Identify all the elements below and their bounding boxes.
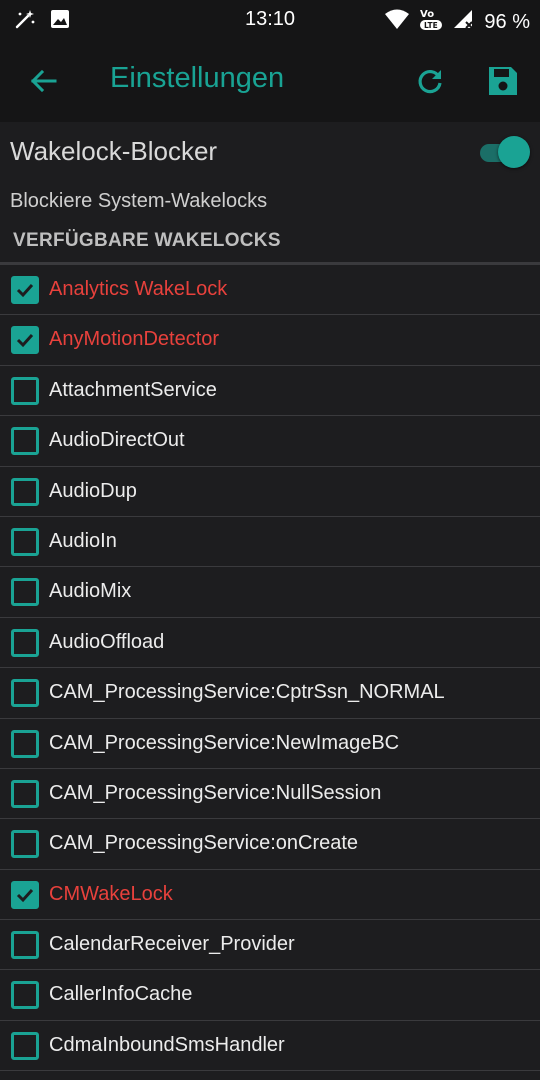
checkbox[interactable] <box>11 326 39 355</box>
page-title: Einstellungen <box>110 62 285 94</box>
checkbox[interactable] <box>11 527 39 556</box>
wakelock-label: AudioOffload <box>49 630 165 653</box>
check-icon <box>16 283 34 298</box>
list-item[interactable]: CalendarReceiver_Provider <box>0 920 540 971</box>
checkbox[interactable] <box>11 427 39 456</box>
toolbar: Einstellungen <box>0 40 540 122</box>
list-item[interactable]: CAM_ProcessingService:NullSession <box>0 769 540 820</box>
save-icon <box>489 67 517 95</box>
checkbox[interactable] <box>11 477 39 506</box>
battery-text: 96 % <box>484 10 530 33</box>
wakelock-blocker-label: Wakelock-Blocker <box>10 136 218 166</box>
subtitle-text: Blockiere System-Wakelocks <box>10 190 268 212</box>
checkbox[interactable] <box>11 981 39 1010</box>
checkbox[interactable] <box>11 779 39 808</box>
section-header-text: VERFÜGBARE WAKELOCKS <box>13 230 281 251</box>
wakelock-label: CallerInfoCache <box>49 983 193 1006</box>
check-icon <box>16 334 34 348</box>
wakelock-label: CAM_ProcessingService:CptrSsn_NORMAL <box>49 681 445 704</box>
section-header: VERFÜGBARE WAKELOCKS <box>0 224 540 265</box>
checkbox[interactable] <box>11 880 39 909</box>
save-button[interactable] <box>484 62 522 100</box>
wakelock-label: CAM_ProcessingService:NewImageBC <box>49 731 400 754</box>
wakelock-blocker-switch[interactable] <box>478 134 530 170</box>
wakelock-label: CalendarReceiver_Provider <box>49 933 295 956</box>
volte-icon: Vo LTE <box>418 7 444 37</box>
status-bar: 13:10 Vo LTE 96 % <box>0 0 540 40</box>
list-item[interactable]: CAM_ProcessingService:CptrSsn_NORMAL <box>0 668 540 719</box>
switch-thumb <box>498 136 530 168</box>
wakelock-label: AudioDup <box>49 479 137 502</box>
list-item[interactable]: Analytics WakeLock <box>0 265 540 316</box>
app-screen: 13:10 Vo LTE 96 % Einstellungen Wakelock… <box>0 0 540 1080</box>
list-item[interactable]: CAM_ProcessingService:onCreate <box>0 819 540 870</box>
checkbox[interactable] <box>11 1031 39 1060</box>
status-right-icons: Vo LTE 96 % <box>384 7 530 37</box>
list-item[interactable]: AudioOffload <box>0 618 540 669</box>
signal-icon <box>452 8 476 36</box>
list-item[interactable]: CMWakeLock <box>0 870 540 921</box>
wakelock-label: CMWakeLock <box>49 882 173 905</box>
checkbox[interactable] <box>11 276 39 304</box>
list-item[interactable]: AudioDup <box>0 467 540 517</box>
list-item[interactable]: AudioMix <box>0 567 540 618</box>
wakelock-list: Analytics WakeLock AnyMotionDetector Att… <box>0 265 540 1072</box>
checkbox[interactable] <box>11 578 39 607</box>
wakelock-label: CAM_ProcessingService:NullSession <box>49 781 382 804</box>
wakelock-label: AttachmentService <box>49 378 217 401</box>
checkbox[interactable] <box>11 376 39 405</box>
wakelock-label: AudioMix <box>49 580 132 603</box>
refresh-icon <box>418 69 442 94</box>
wakelock-label: CAM_ProcessingService:onCreate <box>49 832 359 855</box>
wakelock-label: CdmaInboundSmsHandler <box>49 1033 285 1056</box>
refresh-button[interactable] <box>412 62 448 100</box>
check-icon <box>16 888 34 902</box>
wakelock-label: Analytics WakeLock <box>49 278 228 300</box>
subtitle-row: Blockiere System-Wakelocks <box>0 182 540 224</box>
list-item[interactable]: AnyMotionDetector <box>0 315 540 366</box>
back-button[interactable] <box>24 62 62 100</box>
list-item[interactable]: AudioDirectOut <box>0 416 540 467</box>
list-item[interactable]: CdmaInboundSmsHandler <box>0 1021 540 1072</box>
wakelock-blocker-row[interactable]: Wakelock-Blocker <box>0 122 540 182</box>
list-item[interactable]: AudioIn <box>0 517 540 568</box>
checkbox[interactable] <box>11 729 39 758</box>
wakelock-label: AnyMotionDetector <box>49 328 220 351</box>
list-item[interactable]: CAM_ProcessingService:NewImageBC <box>0 719 540 769</box>
wifi-icon <box>384 8 410 36</box>
svg-text:Vo: Vo <box>420 9 434 20</box>
checkbox[interactable] <box>11 679 39 708</box>
checkbox[interactable] <box>11 628 39 657</box>
arrow-back-icon <box>30 69 57 93</box>
svg-text:LTE: LTE <box>424 21 438 30</box>
checkbox[interactable] <box>11 931 39 960</box>
list-item[interactable]: CallerInfoCache <box>0 970 540 1021</box>
list-item[interactable]: AttachmentService <box>0 366 540 417</box>
wakelock-label: AudioIn <box>49 529 117 552</box>
wakelock-label: AudioDirectOut <box>49 429 185 452</box>
checkbox[interactable] <box>11 830 39 859</box>
